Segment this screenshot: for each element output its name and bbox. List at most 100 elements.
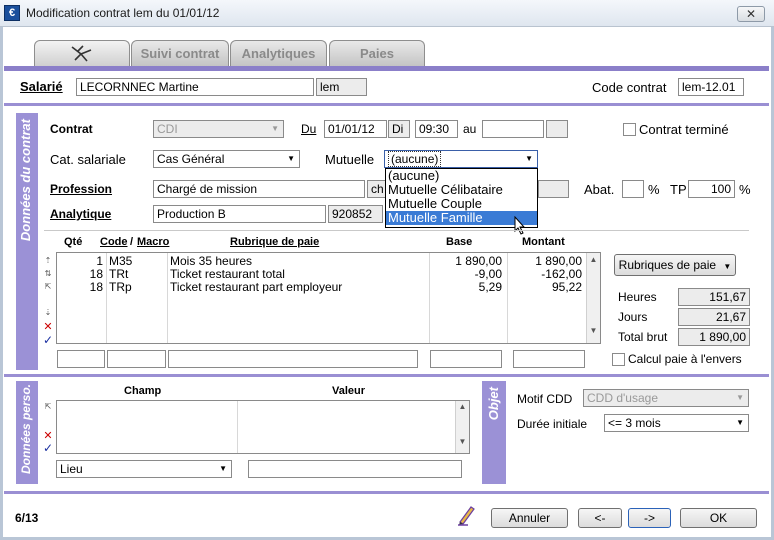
lieu-select[interactable]: Lieu bbox=[56, 460, 232, 478]
col-code-header: Code bbox=[100, 236, 128, 248]
row-qte[interactable]: 18 bbox=[59, 281, 103, 294]
mutuelle-option[interactable]: (aucune) bbox=[386, 169, 537, 183]
previous-button[interactable]: <- bbox=[578, 508, 622, 528]
profession-label: Profession bbox=[50, 182, 113, 196]
abat-percent: % bbox=[648, 182, 660, 197]
mutuelle-option[interactable]: Mutuelle Célibataire bbox=[386, 183, 537, 197]
motif-cdd-select[interactable]: CDD d'usage bbox=[583, 389, 749, 407]
annuler-button[interactable]: Annuler bbox=[491, 508, 568, 528]
next-button[interactable]: -> bbox=[628, 508, 671, 528]
total-rubrique-field[interactable] bbox=[168, 350, 418, 368]
tp-field[interactable]: 100 bbox=[688, 180, 735, 198]
champ-header: Champ bbox=[124, 385, 162, 397]
total-brut-label: Total brut bbox=[618, 330, 668, 344]
col-montant-header: Montant bbox=[522, 236, 565, 248]
contrat-separator bbox=[44, 230, 749, 231]
profession-field[interactable]: Chargé de mission bbox=[153, 180, 365, 198]
lieu-input[interactable] bbox=[248, 460, 462, 478]
perso-scrollbar[interactable]: ▲ ▼ bbox=[455, 401, 469, 453]
perso-validate-icon[interactable]: ✓ bbox=[43, 441, 53, 455]
tab-suivi-contrat[interactable]: Suivi contrat bbox=[131, 40, 229, 66]
au-date-field[interactable] bbox=[482, 120, 544, 138]
record-counter: 6/13 bbox=[15, 511, 39, 525]
duree-initiale-label: Durée initiale bbox=[517, 417, 588, 431]
salarie-label: Salarié bbox=[20, 79, 63, 94]
mouse-cursor-icon bbox=[514, 216, 526, 235]
analytique-code-field[interactable]: 920852 bbox=[328, 205, 383, 223]
close-button[interactable]: ✕ bbox=[737, 6, 765, 22]
abat-field[interactable] bbox=[622, 180, 644, 198]
perso-side-panel: Données perso. bbox=[16, 381, 38, 484]
contrat-side-panel: Données du contrat bbox=[16, 113, 38, 370]
analytique-field[interactable]: Production B bbox=[153, 205, 326, 223]
mutuelle-label: Mutuelle bbox=[325, 152, 375, 167]
total-qte-field[interactable] bbox=[57, 350, 105, 368]
salarie-name-field[interactable]: LECORNNEC Martine bbox=[76, 78, 314, 96]
salarie-code-field[interactable]: lem bbox=[316, 78, 367, 96]
rubriques-button-label: Rubriques de paie bbox=[618, 258, 717, 272]
col-macro-header: Macro bbox=[137, 236, 170, 248]
header-divider bbox=[4, 103, 769, 106]
tab-underline bbox=[4, 66, 769, 71]
contrat-termine-checkbox[interactable] bbox=[623, 123, 636, 136]
move-top-icon[interactable]: ⇱ bbox=[43, 282, 53, 291]
col-qte-header: Qté bbox=[64, 236, 83, 248]
heures-label: Heures bbox=[618, 290, 657, 304]
move-up-alt-icon[interactable]: ⇅ bbox=[43, 269, 53, 278]
tab-general[interactable] bbox=[34, 40, 130, 66]
tab-analytiques[interactable]: Analytiques bbox=[230, 40, 327, 66]
au-label: au bbox=[463, 122, 477, 136]
col-rubrique-header: Rubrique de paie bbox=[230, 236, 320, 248]
objet-side-panel: Objet bbox=[482, 381, 506, 484]
contrat-termine-label: Contrat terminé bbox=[639, 122, 729, 137]
motif-cdd-label: Motif CDD bbox=[517, 392, 573, 406]
row-base[interactable]: 5,29 bbox=[432, 281, 502, 294]
contrat-label: Contrat bbox=[50, 122, 93, 136]
perso-side-title: Données perso. bbox=[19, 384, 33, 475]
heures-field: 151,67 bbox=[678, 288, 750, 306]
valeur-header: Valeur bbox=[332, 385, 366, 397]
du-time-field[interactable]: 09:30 bbox=[415, 120, 458, 138]
move-down-icon[interactable]: ⇣ bbox=[43, 308, 53, 317]
abat-label: Abat. bbox=[584, 182, 615, 197]
perso-move-icon[interactable]: ⇱ bbox=[43, 402, 53, 411]
plane-icon bbox=[71, 45, 92, 62]
app-icon: € bbox=[4, 5, 20, 21]
jours-field: 21,67 bbox=[678, 308, 750, 326]
col-base-header: Base bbox=[446, 236, 473, 248]
row-montant[interactable]: 95,22 bbox=[510, 281, 582, 294]
code-contrat-field[interactable]: lem-12.01 bbox=[678, 78, 744, 96]
du-label: Du bbox=[301, 122, 317, 136]
total-montant-field[interactable] bbox=[513, 350, 585, 368]
rubriques-de-paie-button[interactable]: Rubriques de paie ▼ bbox=[614, 254, 736, 276]
row-rubrique[interactable]: Ticket restaurant part employeur bbox=[170, 281, 342, 294]
cat-salariale-select[interactable]: Cas Général bbox=[153, 150, 300, 168]
move-up-icon[interactable]: ⇡ bbox=[43, 256, 53, 265]
row-code[interactable]: TRp bbox=[109, 281, 132, 294]
duree-initiale-select[interactable]: <= 3 mois bbox=[604, 414, 749, 432]
objet-side-title: Objet bbox=[486, 387, 501, 421]
contrat-select[interactable]: CDI bbox=[153, 120, 284, 138]
du-date-field[interactable]: 01/01/12 bbox=[324, 120, 387, 138]
validate-row-icon[interactable]: ✓ bbox=[43, 333, 53, 347]
tp-percent: % bbox=[739, 182, 751, 197]
total-base-field[interactable] bbox=[430, 350, 502, 368]
code-contrat-label: Code contrat bbox=[592, 80, 667, 95]
delete-row-icon[interactable]: ✕ bbox=[43, 320, 53, 333]
tab-paies[interactable]: Paies bbox=[329, 40, 425, 66]
pencil-icon[interactable] bbox=[456, 504, 476, 526]
cat-salariale-label: Cat. salariale bbox=[50, 152, 126, 167]
calcul-envers-checkbox[interactable] bbox=[612, 353, 625, 366]
section-divider bbox=[4, 374, 769, 377]
perso-grid[interactable]: ▲ ▼ bbox=[56, 400, 470, 454]
mutuelle-select[interactable]: (aucune) bbox=[384, 150, 538, 168]
au-day-field bbox=[546, 120, 568, 138]
profession-extra-field bbox=[538, 180, 569, 198]
rubriques-grid[interactable]: ▲ ▼ 1 M35 Mois 35 heures 1 890,00 1 890,… bbox=[56, 252, 601, 344]
mutuelle-option[interactable]: Mutuelle Couple bbox=[386, 197, 537, 211]
ok-button[interactable]: OK bbox=[680, 508, 757, 528]
contrat-side-title: Données du contrat bbox=[18, 119, 33, 242]
jours-label: Jours bbox=[618, 310, 648, 324]
rubriques-scrollbar[interactable]: ▲ ▼ bbox=[586, 253, 600, 343]
total-code-field[interactable] bbox=[107, 350, 166, 368]
